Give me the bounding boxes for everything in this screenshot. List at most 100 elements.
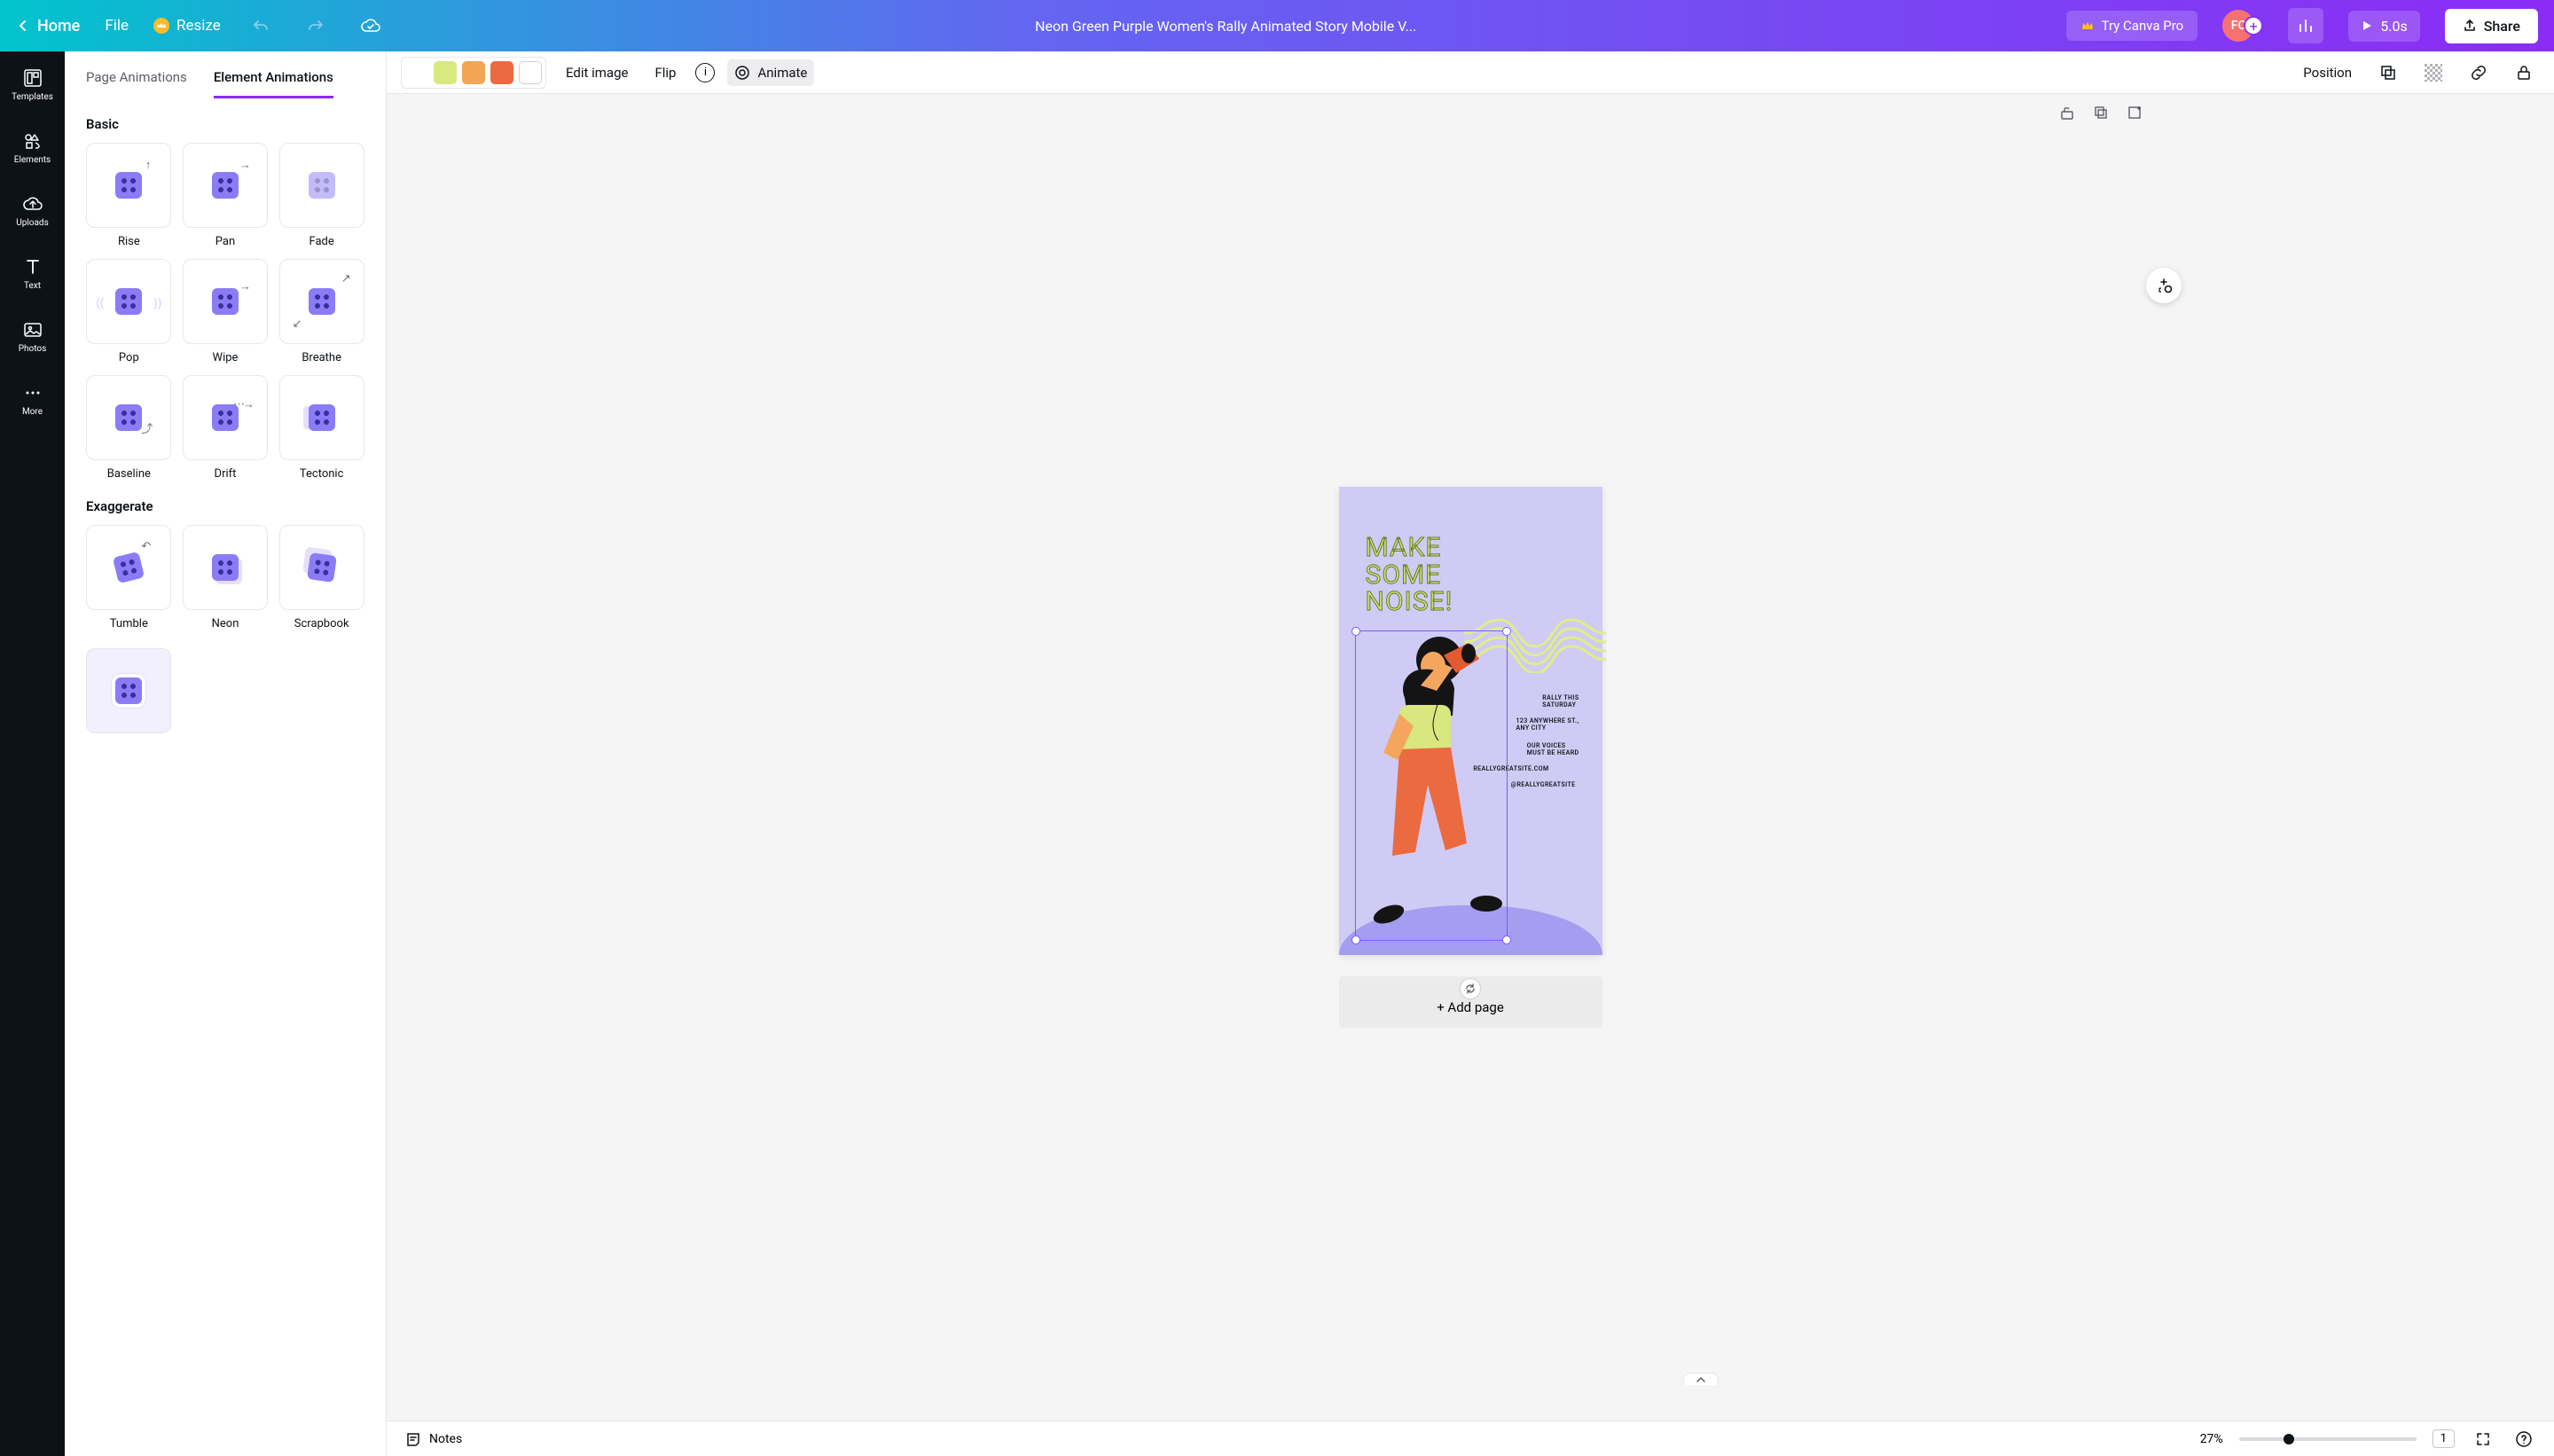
nav-rail: Templates Elements Uploads Text Photos M…	[0, 51, 65, 1456]
add-page-button[interactable]: + Add page	[1339, 976, 1602, 1028]
page-canvas[interactable]: MAKE SOME NOISE!	[1339, 487, 1602, 955]
notes-label: Notes	[429, 1432, 462, 1446]
subtext-rally[interactable]: RALLY THIS SATURDAY	[1542, 694, 1579, 708]
duration-button[interactable]: 5.0s	[2348, 11, 2419, 42]
share-button[interactable]: Share	[2445, 9, 2538, 43]
headline-text[interactable]: MAKE SOME NOISE!	[1366, 535, 1453, 616]
tab-element-animations[interactable]: Element Animations	[214, 69, 333, 98]
anim-label: Scrapbook	[294, 617, 349, 630]
quick-edit-fab[interactable]	[2146, 268, 2182, 303]
help-icon	[2515, 1430, 2533, 1448]
subtext-handle[interactable]: @REALLYGREATSITE	[1511, 781, 1576, 788]
position-button[interactable]: Position	[2296, 59, 2359, 86]
animation-scrapbook[interactable]: Scrapbook	[278, 525, 364, 630]
duplicate-page-button[interactable]	[2089, 101, 2112, 124]
bar-chart-icon	[2297, 17, 2315, 35]
woman-megaphone-illustration[interactable]	[1355, 629, 1515, 930]
zoom-slider[interactable]	[2239, 1437, 2417, 1441]
tab-page-animations[interactable]: Page Animations	[86, 69, 187, 98]
headline-line-3: NOISE!	[1366, 586, 1453, 617]
animation-fade[interactable]: Fade	[278, 143, 364, 248]
panel-tabs: Page Animations Element Animations	[65, 51, 386, 98]
animate-icon	[734, 65, 750, 81]
nav-text[interactable]: Text	[0, 253, 65, 294]
anim-label: Baseline	[107, 467, 151, 481]
page-indicator[interactable]: 1	[2433, 1429, 2455, 1448]
subtext-voices[interactable]: OUR VOICES MUST BE HEARD	[1527, 742, 1579, 756]
add-page-icon	[2127, 105, 2143, 121]
animation-drift[interactable]: ⋯→Drift	[183, 375, 269, 481]
animation-wipe[interactable]: →Wipe	[183, 259, 269, 364]
nav-elements[interactable]: Elements	[0, 127, 65, 168]
lock-button[interactable]	[2508, 59, 2540, 87]
color-swatch-4[interactable]	[490, 61, 513, 84]
chevron-up-icon	[1696, 1376, 1706, 1383]
file-menu-button[interactable]: File	[105, 17, 129, 35]
cloud-sync-button[interactable]	[356, 11, 386, 41]
color-swatch-5[interactable]	[519, 61, 542, 84]
resize-button[interactable]: Resize	[153, 17, 221, 35]
animation-neon[interactable]: Neon	[183, 525, 269, 630]
animation-baseline[interactable]: ⤴Baseline	[86, 375, 172, 481]
nav-photos[interactable]: Photos	[0, 316, 65, 357]
animation-rise[interactable]: ↑Rise	[86, 143, 172, 248]
insights-button[interactable]	[2288, 8, 2323, 43]
layers-icon	[2378, 63, 2398, 82]
subtext-address[interactable]: 123 ANYWHERE ST., ANY CITY	[1516, 717, 1579, 732]
zoom-thumb[interactable]	[2284, 1434, 2294, 1444]
animation-extra-1[interactable]	[86, 648, 172, 733]
nav-label: Photos	[19, 344, 47, 354]
fullscreen-button[interactable]	[2471, 1427, 2495, 1452]
nav-templates[interactable]: Templates	[0, 64, 65, 106]
animation-tectonic[interactable]: Tectonic	[278, 375, 364, 481]
nav-label: Templates	[12, 92, 53, 102]
animation-pan[interactable]: →Pan	[183, 143, 269, 248]
elements-icon	[22, 130, 43, 152]
animation-breathe[interactable]: ↗↙Breathe	[278, 259, 364, 364]
add-collaborator-button[interactable]: +	[2244, 16, 2263, 35]
redo-icon	[307, 17, 325, 35]
nav-more[interactable]: More	[0, 379, 65, 420]
nav-label: Elements	[14, 155, 51, 165]
document-title[interactable]: Neon Green Purple Women's Rally Animated…	[1004, 18, 1447, 35]
redo-button[interactable]	[301, 11, 331, 41]
color-swatch-2[interactable]	[434, 61, 457, 84]
transparency-button[interactable]	[2417, 59, 2449, 87]
nav-label: More	[22, 407, 43, 417]
notes-button[interactable]: Notes	[404, 1427, 462, 1452]
play-icon	[2361, 20, 2373, 32]
try-pro-button[interactable]: Try Canva Pro	[2066, 11, 2198, 41]
subtext-site[interactable]: REALLYGREATSITE.COM	[1473, 765, 1548, 772]
help-button[interactable]	[2511, 1427, 2536, 1452]
add-page-icon-button[interactable]	[2123, 101, 2146, 124]
animation-pop[interactable]: (())Pop	[86, 259, 172, 364]
top-bar: Home File Resize Neon Green Purple Women…	[0, 0, 2554, 51]
animate-label: Animate	[757, 65, 807, 81]
more-icon	[22, 382, 43, 403]
duration-label: 5.0s	[2380, 18, 2407, 35]
timeline-expand-handle[interactable]	[1683, 1373, 1719, 1385]
canvas-wrap[interactable]: MAKE SOME NOISE!	[387, 94, 2554, 1421]
home-button[interactable]: Home	[16, 17, 80, 35]
color-swatch-1[interactable]	[405, 61, 428, 84]
color-swatch-3[interactable]	[462, 61, 485, 84]
templates-icon	[22, 67, 43, 89]
page-cycle-button[interactable]	[1460, 978, 1481, 999]
edit-image-button[interactable]: Edit image	[559, 59, 635, 86]
animation-tumble[interactable]: ↶Tumble	[86, 525, 172, 630]
fullscreen-icon	[2474, 1430, 2492, 1448]
flip-button[interactable]: Flip	[647, 59, 683, 86]
lock-page-button[interactable]	[2056, 101, 2079, 124]
crown-icon	[2080, 19, 2095, 33]
share-icon	[2463, 19, 2477, 33]
uploads-icon	[22, 193, 43, 215]
link-button[interactable]	[2462, 58, 2495, 88]
undo-button[interactable]	[246, 11, 276, 41]
info-button[interactable]: i	[695, 63, 715, 82]
copy-icon	[2093, 105, 2109, 121]
layers-button[interactable]	[2371, 58, 2405, 88]
editor-area: Edit image Flip i Animate Position	[387, 51, 2554, 1456]
photos-icon	[22, 319, 43, 341]
nav-uploads[interactable]: Uploads	[0, 190, 65, 231]
animate-button[interactable]: Animate	[727, 59, 814, 86]
